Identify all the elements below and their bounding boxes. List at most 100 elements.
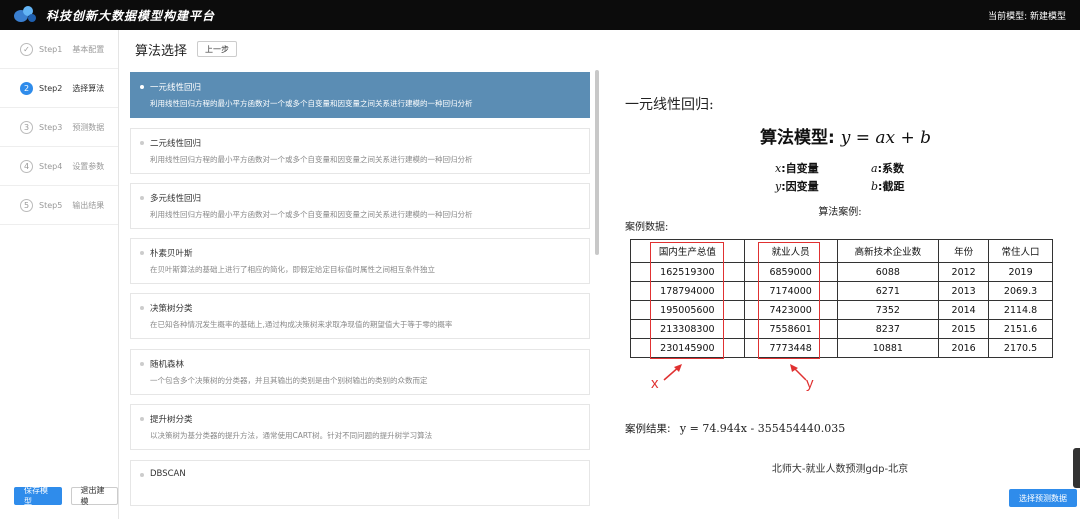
exit-modeling-button[interactable]: 退出建模 xyxy=(70,486,118,506)
table-cell: 2015 xyxy=(938,319,990,339)
algorithm-name: 多元线性回归 xyxy=(150,194,202,204)
sidebar-actions: 保存模型 退出建模 xyxy=(14,486,118,506)
result-equation: y = 74.944x - 355454440.035 xyxy=(679,422,846,435)
radio-dot-icon xyxy=(140,141,144,145)
radio-dot-icon xyxy=(140,417,144,421)
algorithm-desc: 在贝叶斯算法的基础上进行了相应的简化，即假定给定目标值时属性之间相互条件独立 xyxy=(150,265,435,274)
step-3[interactable]: 3 Step3 预测数据 xyxy=(0,108,118,147)
algorithm-list: 一元线性回归 利用线性回归方程的最小平方函数对一个或多个自变量和因变量之间关系进… xyxy=(128,68,592,519)
step-number: 2 xyxy=(20,81,33,95)
step-number: 5 xyxy=(20,198,33,212)
table-cell: 2013 xyxy=(938,281,990,301)
radio-dot-icon xyxy=(140,473,144,477)
app-logo-icon xyxy=(14,6,38,24)
algorithm-desc: 利用线性回归方程的最小平方函数对一个或多个自变量和因变量之间关系进行建模的一种回… xyxy=(150,210,473,219)
algorithm-option[interactable]: 随机森林 一个包含多个决策树的分类器，并且其输出的类别是由个别树输出的类别的众数… xyxy=(130,349,590,395)
step-label: 预测数据 xyxy=(72,122,105,132)
table-cell: 10881 xyxy=(836,338,940,358)
algorithm-option[interactable]: 提升树分类 以决策树为基分类器的提升方法，通常使用CART树。针对不同问题的提升… xyxy=(130,404,590,450)
var-label: :自变量 xyxy=(781,162,819,175)
var-label: :因变量 xyxy=(781,180,819,193)
table-cell: 2151.6 xyxy=(988,319,1053,339)
table-cell: 2069.3 xyxy=(988,281,1053,301)
table-cell: 6271 xyxy=(836,281,940,301)
step-name: Step3 xyxy=(39,122,63,132)
table-cell: 2170.5 xyxy=(988,338,1053,358)
algorithm-name: 随机森林 xyxy=(150,360,185,370)
algorithm-desc: 一个包含多个决策树的分类器，并且其输出的类别是由个别树输出的类别的众数而定 xyxy=(150,376,428,385)
step-name: Step1 xyxy=(39,44,63,54)
step-name: Step5 xyxy=(39,200,63,210)
algorithm-option[interactable]: DBSCAN xyxy=(130,460,590,506)
model-formula: 算法模型: y = ax + b xyxy=(760,123,931,148)
table-cell: 2014 xyxy=(938,300,990,320)
algorithm-desc: 利用线性回归方程的最小平方函数对一个或多个自变量和因变量之间关系进行建模的一种回… xyxy=(150,99,473,108)
case-title: 算法案例: xyxy=(818,207,862,218)
algorithm-option[interactable]: 多元线性回归 利用线性回归方程的最小平方函数对一个或多个自变量和因变量之间关系进… xyxy=(130,183,590,229)
detail-title: 一元线性回归: xyxy=(625,97,714,113)
column-header: 年份 xyxy=(938,239,990,263)
table-cell: 7352 xyxy=(836,300,940,320)
algorithm-name: 朴素贝叶斯 xyxy=(150,249,193,259)
algorithm-option[interactable]: 朴素贝叶斯 在贝叶斯算法的基础上进行了相应的简化，即假定给定目标值时属性之间相互… xyxy=(130,238,590,284)
step-5[interactable]: 5 Step5 输出结果 xyxy=(0,186,118,225)
algorithm-name: 决策树分类 xyxy=(150,304,193,314)
list-scrollbar[interactable] xyxy=(595,70,599,255)
select-prediction-data-button[interactable]: 选择预测数据 xyxy=(1009,489,1077,507)
var-label: :系数 xyxy=(877,162,904,175)
column-header: 常住人口 xyxy=(988,239,1053,263)
radio-dot-icon xyxy=(140,251,144,255)
step-2[interactable]: 2 Step2 选择算法 xyxy=(0,69,118,108)
step-number: 4 xyxy=(20,159,33,173)
algorithm-desc: 在已知各种情况发生概率的基础上,通过构成决策树来求取净现值的期望值大于等于零的概… xyxy=(150,320,453,329)
algorithm-option[interactable]: 二元线性回归 利用线性回归方程的最小平方函数对一个或多个自变量和因变量之间关系进… xyxy=(130,128,590,174)
algorithm-name: 二元线性回归 xyxy=(150,139,202,149)
step-1[interactable]: ✓ Step1 基本配置 xyxy=(0,30,118,69)
step-4[interactable]: 4 Step4 设置参数 xyxy=(0,147,118,186)
case-caption: 北师大-就业人数预测gdp-北京 xyxy=(771,464,909,475)
radio-dot-icon xyxy=(140,306,144,310)
var-label: :截距 xyxy=(878,180,905,193)
x-highlight-box xyxy=(650,242,724,359)
y-highlight-box xyxy=(758,242,820,359)
algorithm-detail: 一元线性回归: 算法模型: y = ax + b x:自变量 a:系数 y:因变… xyxy=(600,68,1080,519)
save-model-button[interactable]: 保存模型 xyxy=(14,486,62,506)
step-name: Step2 xyxy=(39,83,63,93)
table-cell: 2019 xyxy=(988,262,1053,282)
current-model-label: 当前模型: 新建模型 xyxy=(988,12,1066,22)
case-result: 案例结果: y = 74.944x - 355454440.035 xyxy=(625,421,845,436)
check-icon: ✓ xyxy=(20,42,33,56)
table-cell: 2012 xyxy=(938,262,990,282)
x-marker-label: x xyxy=(651,375,659,392)
side-handle[interactable] xyxy=(1073,448,1080,488)
algorithm-desc: 利用线性回归方程的最小平方函数对一个或多个自变量和因变量之间关系进行建模的一种回… xyxy=(150,155,473,164)
model-label: 算法模型: xyxy=(760,128,835,148)
algorithm-option[interactable]: 一元线性回归 利用线性回归方程的最小平方函数对一个或多个自变量和因变量之间关系进… xyxy=(130,72,590,118)
radio-dot-icon xyxy=(140,196,144,200)
y-marker-label: y xyxy=(806,375,814,392)
step-number: 3 xyxy=(20,120,33,134)
step-label: 设置参数 xyxy=(72,161,105,171)
radio-dot-icon xyxy=(140,85,144,89)
algorithm-desc: 以决策树为基分类器的提升方法，通常使用CART树。针对不同问题的提升树学习算法 xyxy=(150,431,433,440)
step-name: Step4 xyxy=(39,161,63,171)
column-header: 高新技术企业数 xyxy=(836,239,940,263)
variable-legend: x:自变量 a:系数 y:因变量 b:截距 xyxy=(775,160,967,196)
step-label: 选择算法 xyxy=(72,83,105,93)
algorithm-name: DBSCAN xyxy=(150,469,186,479)
top-bar: 科技创新大数据模型构建平台 当前模型: 新建模型 xyxy=(0,0,1080,30)
model-equation: y = ax + b xyxy=(840,128,932,148)
page-header: 算法选择 上一步 xyxy=(119,30,1080,68)
steps-sidebar: ✓ Step1 基本配置 2 Step2 选择算法 3 Step3 预测数据 4… xyxy=(0,30,119,519)
algorithm-name: 提升树分类 xyxy=(150,415,193,425)
algorithm-name: 一元线性回归 xyxy=(150,83,202,93)
previous-step-button[interactable]: 上一步 xyxy=(197,41,238,57)
x-arrow-icon xyxy=(663,364,682,381)
table-cell: 2114.8 xyxy=(988,300,1053,320)
radio-dot-icon xyxy=(140,362,144,366)
step-label: 基本配置 xyxy=(72,44,105,54)
case-data-label: 案例数据: xyxy=(625,222,669,233)
algorithm-option[interactable]: 决策树分类 在已知各种情况发生概率的基础上,通过构成决策树来求取净现值的期望值大… xyxy=(130,293,590,339)
app-title: 科技创新大数据模型构建平台 xyxy=(46,8,216,23)
table-cell: 8237 xyxy=(836,319,940,339)
